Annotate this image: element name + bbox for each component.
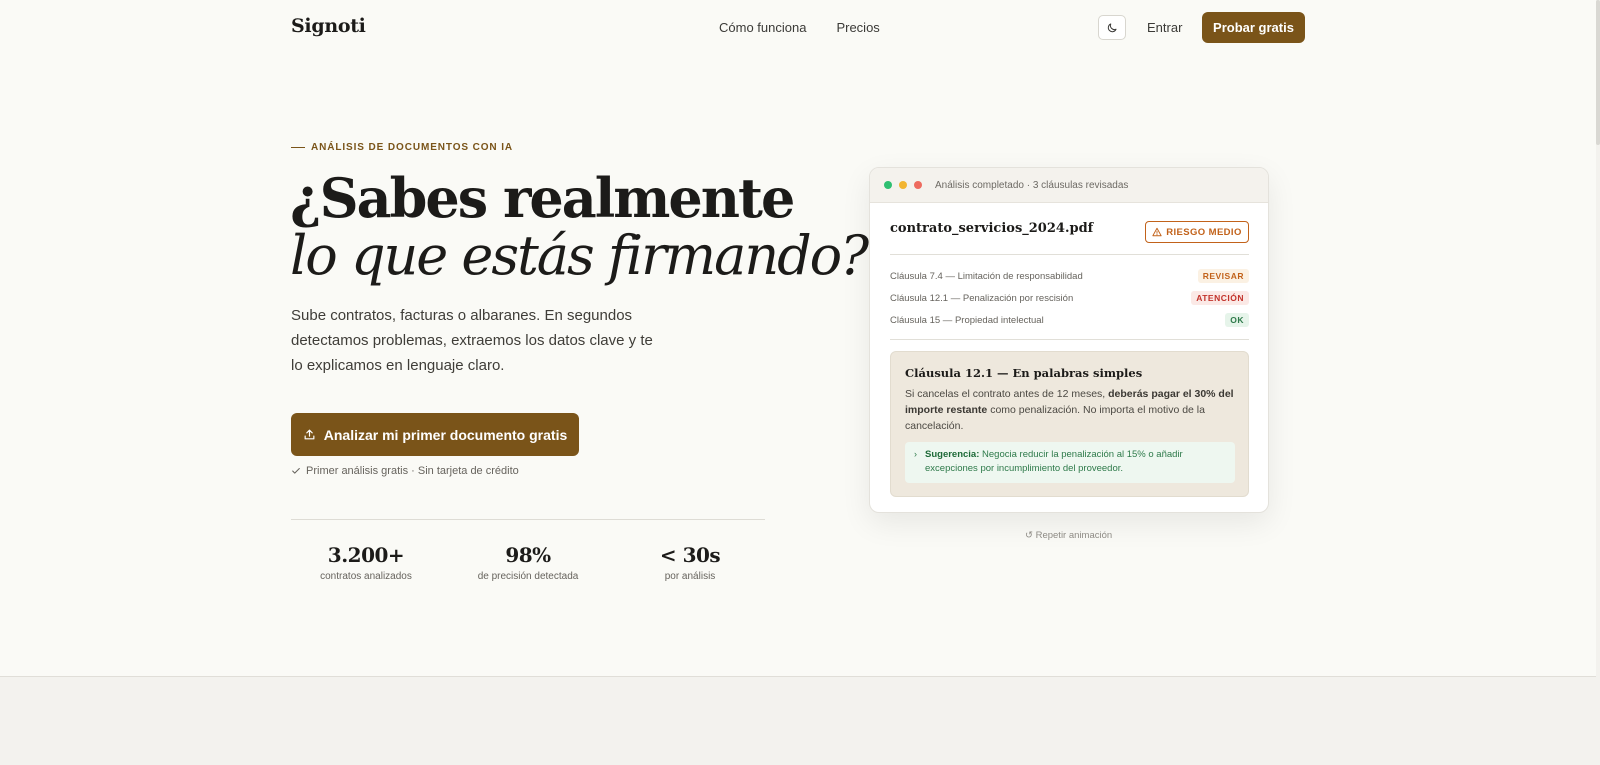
headline-line1: ¿Sabes realmente bbox=[290, 166, 795, 230]
eyebrow-line bbox=[291, 147, 305, 148]
stat-speed: < 30s por análisis bbox=[605, 543, 775, 582]
eyebrow: ANÁLISIS DE DOCUMENTOS CON IA bbox=[291, 142, 513, 153]
risk-badge-label: RIESGO MEDIO bbox=[1166, 226, 1242, 238]
theme-toggle-button[interactable] bbox=[1098, 15, 1126, 40]
explanation-title: Cláusula 12.1 — En palabras simples bbox=[905, 366, 1143, 380]
nav-link-precios[interactable]: Precios bbox=[836, 20, 879, 35]
logo[interactable]: Signoti bbox=[291, 15, 366, 37]
analysis-status: Análisis completado · 3 cláusulas revisa… bbox=[935, 179, 1129, 191]
next-section bbox=[0, 676, 1596, 765]
yellow-dot-icon bbox=[899, 181, 907, 189]
warning-icon bbox=[1152, 227, 1162, 237]
nav-link-como-funciona[interactable]: Cómo funciona bbox=[719, 20, 806, 35]
top-nav: Signoti Cómo funciona Precios Entrar Pro… bbox=[0, 0, 1596, 55]
chevron-right-icon: › bbox=[914, 449, 917, 459]
card-divider bbox=[890, 339, 1249, 340]
card-title-bar: Análisis completado · 3 cláusulas revisa… bbox=[870, 168, 1268, 203]
clause-explanation: Cláusula 12.1 — En palabras simples Si c… bbox=[890, 351, 1249, 497]
clause-row[interactable]: Cláusula 7.4 — Limitación de responsabil… bbox=[890, 268, 1249, 284]
clause-tag: ATENCIÓN bbox=[1191, 291, 1249, 305]
replay-animation-link[interactable]: ↺ Repetir animación bbox=[1025, 530, 1112, 541]
hero-lead: Sube contratos, facturas o albaranes. En… bbox=[291, 307, 653, 374]
card-divider bbox=[890, 254, 1249, 255]
suggestion-box: › Sugerencia: Negocia reducir la penaliz… bbox=[905, 442, 1235, 483]
login-link[interactable]: Entrar bbox=[1147, 20, 1182, 35]
free-note-text: Primer análisis gratis · Sin tarjeta de … bbox=[306, 465, 519, 477]
scrollbar-thumb[interactable] bbox=[1596, 0, 1600, 145]
explanation-body: Si cancelas el contrato antes de 12 mese… bbox=[905, 386, 1237, 434]
headline-line2: lo que estás firmando? bbox=[290, 224, 869, 287]
green-dot-icon bbox=[884, 181, 892, 189]
nav-links: Cómo funciona Precios bbox=[719, 20, 880, 35]
try-free-button[interactable]: Probar gratis bbox=[1202, 12, 1305, 43]
clause-text: Cláusula 12.1 — Penalización por rescisi… bbox=[890, 292, 1074, 304]
clause-text: Cláusula 7.4 — Limitación de responsabil… bbox=[890, 270, 1083, 282]
red-dot-icon bbox=[914, 181, 922, 189]
upload-icon bbox=[304, 429, 315, 440]
stat-label: contratos analizados bbox=[320, 571, 412, 582]
eyebrow-text: ANÁLISIS DE DOCUMENTOS CON IA bbox=[311, 142, 514, 153]
clause-row[interactable]: Cláusula 12.1 — Penalización por rescisi… bbox=[890, 290, 1249, 306]
analyze-button-label: Analizar mi primer documento gratis bbox=[323, 426, 568, 443]
page-scrollbar[interactable] bbox=[1596, 0, 1600, 765]
stat-value: < 30s bbox=[659, 543, 721, 567]
stats-divider bbox=[291, 519, 765, 520]
stat-contracts: 3.200+ contratos analizados bbox=[281, 543, 451, 582]
analysis-preview-card: Análisis completado · 3 cláusulas revisa… bbox=[869, 167, 1269, 513]
moon-icon bbox=[1107, 23, 1117, 32]
stat-label: por análisis bbox=[664, 571, 716, 582]
clause-text: Cláusula 15 — Propiedad intelectual bbox=[890, 314, 1044, 326]
risk-badge: RIESGO MEDIO bbox=[1145, 221, 1249, 243]
suggestion-label: Sugerencia: bbox=[925, 449, 980, 460]
stat-value: 98% bbox=[505, 543, 551, 567]
stat-precision: 98% de precisión detectada bbox=[443, 543, 613, 582]
clause-row[interactable]: Cláusula 15 — Propiedad intelectual OK bbox=[890, 312, 1249, 328]
clause-tag: REVISAR bbox=[1197, 269, 1249, 283]
free-note: Primer análisis gratis · Sin tarjeta de … bbox=[291, 465, 519, 477]
analyze-document-button[interactable]: Analizar mi primer documento gratis bbox=[291, 413, 579, 456]
clause-tag: OK bbox=[1225, 313, 1249, 327]
stat-label: de precisión detectada bbox=[477, 571, 579, 582]
explanation-pre: Si cancelas el contrato antes de 12 mese… bbox=[905, 388, 1109, 400]
stat-value: 3.200+ bbox=[327, 543, 405, 567]
document-filename: contrato_servicios_2024.pdf bbox=[890, 221, 1094, 236]
check-icon bbox=[292, 467, 300, 474]
